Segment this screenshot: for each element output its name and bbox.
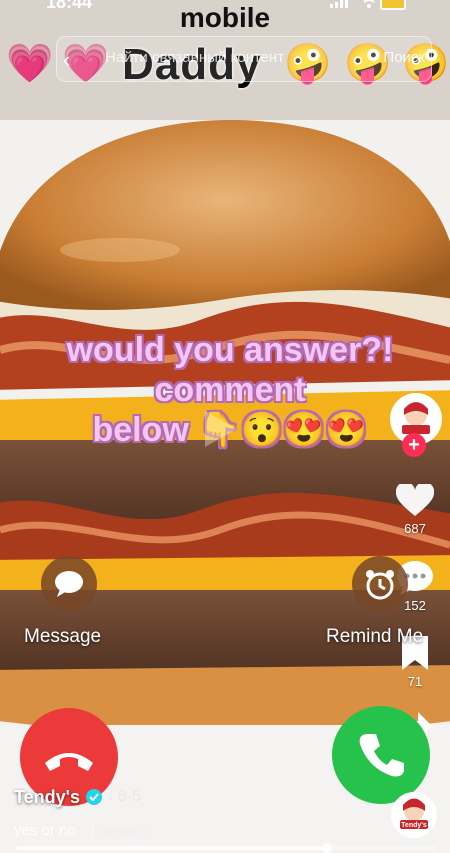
- accept-call-button[interactable]: [332, 706, 430, 804]
- progress-handle[interactable]: [321, 843, 332, 853]
- remind-me-button[interactable]: [352, 556, 408, 612]
- video-progress-bar[interactable]: [16, 843, 436, 853]
- like-icon[interactable]: [396, 484, 434, 518]
- caption-line-1: would you answer?!: [66, 331, 394, 369]
- phone-icon: [359, 734, 404, 777]
- like-count: 687: [404, 521, 426, 536]
- progress-fill: [16, 846, 327, 850]
- search-input[interactable]: Найти связанный контент: [105, 49, 284, 66]
- post-date: · 8-5: [108, 788, 141, 805]
- pink-heart-icon: 💗: [6, 41, 54, 85]
- brand-logo-icon: Tendy's: [391, 792, 437, 838]
- overlay-caption-top: mobile: [179, 2, 271, 33]
- translate-button[interactable]: Перевод: [96, 823, 152, 839]
- message-button[interactable]: [41, 556, 97, 612]
- save-count: 71: [407, 674, 423, 689]
- author-name[interactable]: Tendy's: [14, 787, 80, 808]
- follow-button[interactable]: +: [402, 433, 426, 457]
- remind-me-label: Remind Me: [326, 626, 424, 647]
- message-bubble-icon: [55, 571, 83, 597]
- search-bar[interactable]: ‹ Найти связанный контент Поиск: [56, 36, 432, 82]
- logo-text: Tendy's: [401, 822, 427, 829]
- search-button[interactable]: Поиск: [383, 49, 425, 66]
- caption-line-2: comment: [154, 371, 306, 409]
- post-description: yes or no: [14, 822, 76, 839]
- play-icon[interactable]: [195, 405, 243, 453]
- message-label: Message: [24, 626, 102, 647]
- divider: [92, 824, 93, 838]
- back-arrow-icon[interactable]: ‹: [63, 47, 70, 73]
- sound-disc[interactable]: Tendy's: [391, 792, 437, 838]
- alarm-clock-icon: [366, 570, 394, 600]
- verified-badge-icon: [86, 789, 102, 805]
